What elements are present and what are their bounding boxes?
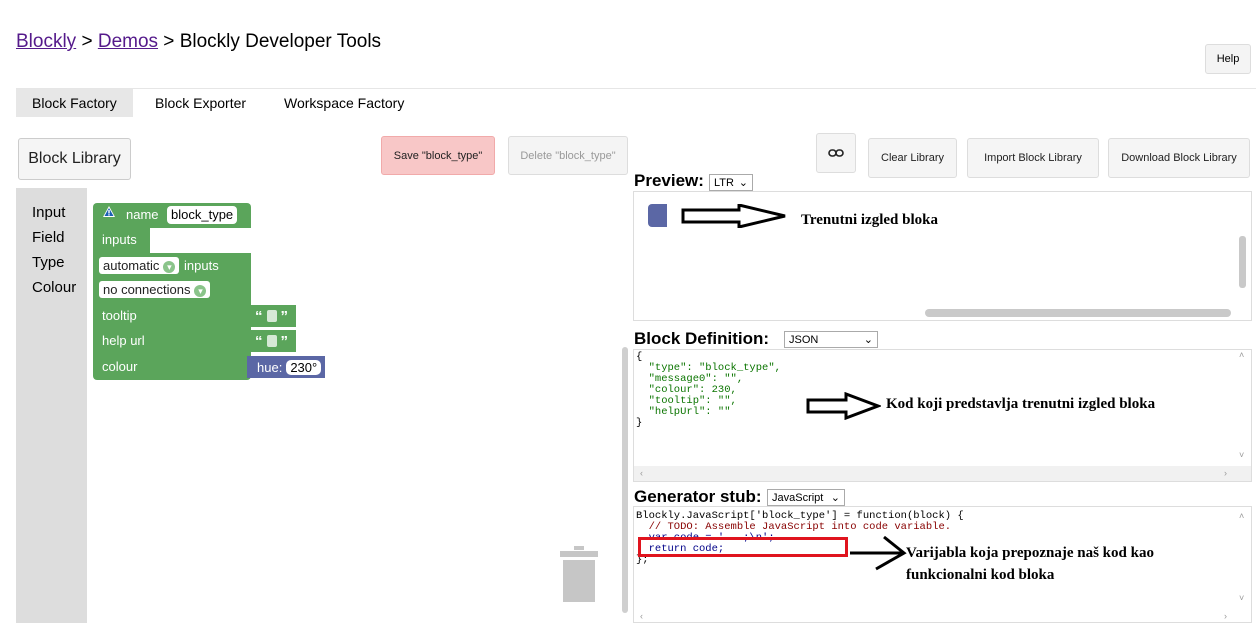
help-url-string-block[interactable]: “” [247,330,296,352]
scroll-up-icon[interactable]: ˄ [1239,350,1244,360]
breadcrumb-separator: > [158,31,180,52]
string-field[interactable] [266,335,277,347]
toolbox-item-type[interactable]: Type [32,250,76,275]
scroll-down-icon[interactable]: ˅ [1239,593,1244,603]
preview-horizontal-scrollbar[interactable] [925,309,1231,317]
chevron-down-icon: ⌄ [738,177,748,189]
direction-select-value: LTR [714,176,734,189]
preview-panel: Trenutni izgled bloka [633,191,1252,321]
definition-title: Block Definition: [634,329,770,348]
direction-select[interactable]: LTR ⌄ [709,174,753,191]
tab-block-exporter[interactable]: Block Exporter [139,89,262,117]
download-library-button[interactable]: Download Block Library [1108,138,1250,178]
breadcrumb-link-blockly[interactable]: Blockly [16,31,76,52]
tab-block-factory[interactable]: Block Factory [16,89,133,117]
chevron-down-icon: ⌄ [863,334,873,346]
block-library-button[interactable]: Block Library [18,138,131,180]
save-block-button[interactable]: Save "block_type" [381,136,495,175]
open-quote-icon: “ [255,332,263,350]
hue-label: hue: [257,359,283,375]
close-quote-icon: ” [280,332,289,350]
breadcrumb-separator: > [76,31,98,52]
tooltip-string-block[interactable]: “” [247,305,296,327]
language-select[interactable]: JavaScript ⌄ [767,489,845,506]
delete-block-button[interactable]: Delete "block_type" [508,136,628,175]
chevron-down-icon: ▾ [163,261,176,273]
toolbox-item-field[interactable]: Field [32,225,76,250]
tab-workspace-factory[interactable]: Workspace Factory [268,89,420,117]
block-name-label: name [126,207,159,222]
page-title: Blockly Developer Tools [179,31,382,52]
breadcrumb-link-demos[interactable]: Demos [98,31,158,52]
format-select[interactable]: JSON ⌄ [784,331,878,348]
scroll-right-icon[interactable]: › [1224,611,1227,621]
toolbox-item-input[interactable]: Input [32,200,76,225]
inputs-after-label: inputs [184,258,219,273]
block-name-field[interactable]: block_type [167,206,238,224]
preview-vertical-scrollbar[interactable] [1239,236,1246,288]
chevron-down-icon: ⌄ [830,492,840,504]
hue-block[interactable]: hue: 230° [247,356,326,378]
warning-icon[interactable] [102,205,116,223]
workspace-scrollbar[interactable] [622,347,628,613]
link-button[interactable] [816,133,856,173]
definition-annotation: Kod koji predstavlja trenutni izgled blo… [886,396,1156,412]
chevron-down-icon: ▾ [194,285,207,297]
language-select-value: JavaScript [772,491,824,504]
format-select-value: JSON [789,333,819,346]
tooltip-label: tooltip [102,308,137,323]
automatic-dropdown[interactable]: automatic ▾ [99,257,180,274]
scroll-down-icon[interactable]: ˅ [1239,450,1244,460]
preview-annotation: Trenutni izgled bloka [801,212,938,228]
help-url-label: help url [102,333,145,348]
hue-value-field[interactable]: 230° [286,359,322,375]
connections-dropdown[interactable]: no connections ▾ [99,281,211,298]
automatic-dropdown-label: automatic [103,258,160,273]
generator-panel: Blockly.JavaScript['block_type'] = funct… [633,506,1252,623]
colour-label: colour [102,359,138,374]
scroll-up-icon[interactable]: ˄ [1239,511,1244,521]
arrow-right-icon [850,535,907,571]
inputs-statement-slot[interactable] [150,228,251,253]
string-field[interactable] [266,310,277,322]
generator-annotation-line2: funkcionalni kod bloka [906,567,1055,583]
connections-dropdown-label: no connections [103,282,191,297]
definition-code[interactable]: { "type": "block_type", "message0": "", … [636,352,781,429]
scroll-right-icon[interactable]: › [1224,468,1227,478]
toolbox-item-colour[interactable]: Colour [32,275,76,300]
link-icon [828,149,844,157]
generator-annotation-line1: Varijabla koja prepoznaje naš kod kao [906,545,1154,561]
breadcrumb: Blockly > Demos > Blockly Developer Tool… [16,31,381,53]
preview-block[interactable] [648,204,667,227]
highlight-box [638,537,848,557]
definition-horizontal-scrollbar[interactable] [634,466,1251,481]
help-button[interactable]: Help [1205,44,1251,74]
clear-library-button[interactable]: Clear Library [868,138,957,178]
close-quote-icon: ” [280,307,289,325]
arrow-right-icon [806,392,881,420]
toolbox-categories: Input Field Type Colour [32,200,76,300]
code-line: "helpUrl": "" [636,406,731,418]
import-library-button[interactable]: Import Block Library [967,138,1099,178]
open-quote-icon: “ [255,307,263,325]
scroll-left-icon[interactable]: ‹ [640,611,643,621]
trash-icon[interactable] [560,546,598,602]
preview-title: Preview: [634,171,704,190]
inputs-label: inputs [102,232,137,247]
scroll-left-icon[interactable]: ‹ [640,468,643,478]
code-line: } [636,417,643,429]
arrow-right-icon [681,204,786,228]
tab-bar: Block Factory Block Exporter Workspace F… [16,88,1256,117]
generator-title: Generator stub: [634,487,762,506]
definition-panel: { "type": "block_type", "message0": "", … [633,349,1252,482]
